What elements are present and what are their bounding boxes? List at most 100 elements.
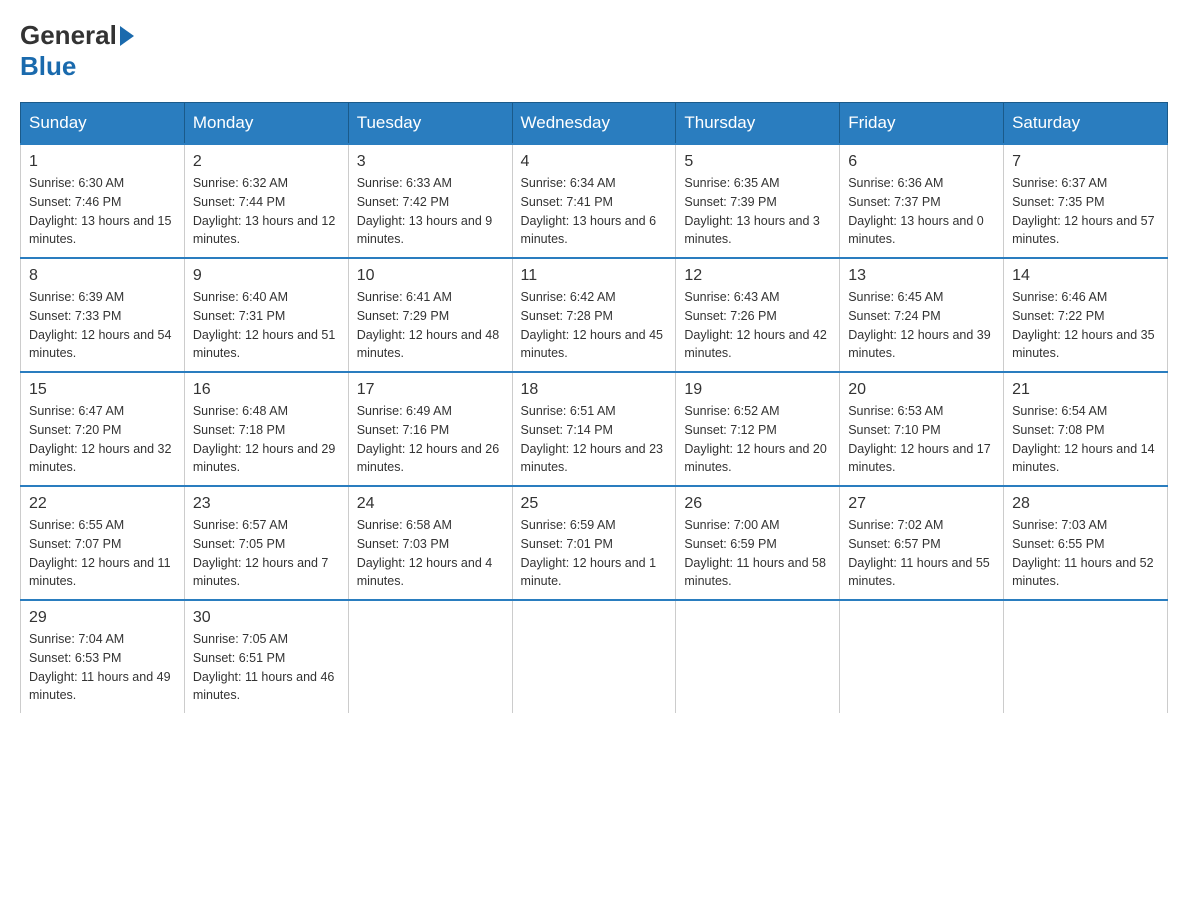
- day-number: 2: [193, 153, 340, 171]
- header-sunday: Sunday: [21, 103, 185, 145]
- calendar-cell: 28Sunrise: 7:03 AMSunset: 6:55 PMDayligh…: [1004, 486, 1168, 600]
- day-number: 27: [848, 495, 995, 513]
- day-info: Sunrise: 6:40 AMSunset: 7:31 PMDaylight:…: [193, 288, 340, 363]
- calendar-header-row: SundayMondayTuesdayWednesdayThursdayFrid…: [21, 103, 1168, 145]
- day-info: Sunrise: 6:42 AMSunset: 7:28 PMDaylight:…: [521, 288, 668, 363]
- day-number: 28: [1012, 495, 1159, 513]
- calendar-cell: [676, 600, 840, 713]
- day-number: 10: [357, 267, 504, 285]
- day-info: Sunrise: 6:57 AMSunset: 7:05 PMDaylight:…: [193, 516, 340, 591]
- header-tuesday: Tuesday: [348, 103, 512, 145]
- day-number: 15: [29, 381, 176, 399]
- day-info: Sunrise: 6:59 AMSunset: 7:01 PMDaylight:…: [521, 516, 668, 591]
- day-info: Sunrise: 6:54 AMSunset: 7:08 PMDaylight:…: [1012, 402, 1159, 477]
- day-number: 30: [193, 609, 340, 627]
- calendar-cell: 19 Sunrise: 6:52 AMSunset: 7:12 PMDayligh…: [676, 372, 840, 486]
- day-number: 5: [684, 153, 831, 171]
- day-number: 29: [29, 609, 176, 627]
- calendar-cell: 12 Sunrise: 6:43 AMSunset: 7:26 PMDayligh…: [676, 258, 840, 372]
- logo-general-text: General: [20, 20, 117, 51]
- week-row-5: 29 Sunrise: 7:04 AMSunset: 6:53 PMDayligh…: [21, 600, 1168, 713]
- logo-blue-text: Blue: [20, 51, 76, 82]
- week-row-1: 1 Sunrise: 6:30 AMSunset: 7:46 PMDaylight…: [21, 144, 1168, 258]
- day-info: Sunrise: 6:43 AMSunset: 7:26 PMDaylight:…: [684, 288, 831, 363]
- day-number: 7: [1012, 153, 1159, 171]
- day-number: 12: [684, 267, 831, 285]
- day-number: 17: [357, 381, 504, 399]
- day-info: Sunrise: 6:39 AMSunset: 7:33 PMDaylight:…: [29, 288, 176, 363]
- week-row-2: 8 Sunrise: 6:39 AMSunset: 7:33 PMDaylight…: [21, 258, 1168, 372]
- day-number: 3: [357, 153, 504, 171]
- day-number: 18: [521, 381, 668, 399]
- calendar-cell: 9 Sunrise: 6:40 AMSunset: 7:31 PMDaylight…: [184, 258, 348, 372]
- day-info: Sunrise: 6:52 AMSunset: 7:12 PMDaylight:…: [684, 402, 831, 477]
- header-saturday: Saturday: [1004, 103, 1168, 145]
- day-number: 20: [848, 381, 995, 399]
- day-info: Sunrise: 7:05 AMSunset: 6:51 PMDaylight:…: [193, 630, 340, 705]
- header-monday: Monday: [184, 103, 348, 145]
- calendar-cell: 2Sunrise: 6:32 AMSunset: 7:44 PMDaylight…: [184, 144, 348, 258]
- calendar-cell: [512, 600, 676, 713]
- calendar-cell: [348, 600, 512, 713]
- calendar-cell: 27 Sunrise: 7:02 AMSunset: 6:57 PMDayligh…: [840, 486, 1004, 600]
- header-thursday: Thursday: [676, 103, 840, 145]
- day-info: Sunrise: 6:55 AMSunset: 7:07 PMDaylight:…: [29, 516, 176, 591]
- day-info: Sunrise: 6:46 AMSunset: 7:22 PMDaylight:…: [1012, 288, 1159, 363]
- calendar-cell: 4Sunrise: 6:34 AMSunset: 7:41 PMDaylight…: [512, 144, 676, 258]
- logo-arrow-icon: [120, 26, 134, 46]
- calendar-cell: 21 Sunrise: 6:54 AMSunset: 7:08 PMDayligh…: [1004, 372, 1168, 486]
- calendar-table: SundayMondayTuesdayWednesdayThursdayFrid…: [20, 102, 1168, 713]
- day-number: 6: [848, 153, 995, 171]
- day-number: 16: [193, 381, 340, 399]
- calendar-cell: 5 Sunrise: 6:35 AMSunset: 7:39 PMDaylight…: [676, 144, 840, 258]
- day-number: 8: [29, 267, 176, 285]
- day-number: 22: [29, 495, 176, 513]
- day-number: 9: [193, 267, 340, 285]
- week-row-4: 22 Sunrise: 6:55 AMSunset: 7:07 PMDayligh…: [21, 486, 1168, 600]
- week-row-3: 15 Sunrise: 6:47 AMSunset: 7:20 PMDayligh…: [21, 372, 1168, 486]
- day-info: Sunrise: 6:49 AMSunset: 7:16 PMDaylight:…: [357, 402, 504, 477]
- calendar-cell: 23 Sunrise: 6:57 AMSunset: 7:05 PMDayligh…: [184, 486, 348, 600]
- calendar-cell: 25 Sunrise: 6:59 AMSunset: 7:01 PMDayligh…: [512, 486, 676, 600]
- day-number: 19: [684, 381, 831, 399]
- page-header: General Blue: [20, 20, 1168, 82]
- day-info: Sunrise: 7:00 AMSunset: 6:59 PMDaylight:…: [684, 516, 831, 591]
- calendar-cell: 15 Sunrise: 6:47 AMSunset: 7:20 PMDayligh…: [21, 372, 185, 486]
- calendar-cell: 6 Sunrise: 6:36 AMSunset: 7:37 PMDaylight…: [840, 144, 1004, 258]
- calendar-cell: 16 Sunrise: 6:48 AMSunset: 7:18 PMDayligh…: [184, 372, 348, 486]
- calendar-cell: 7 Sunrise: 6:37 AMSunset: 7:35 PMDaylight…: [1004, 144, 1168, 258]
- calendar-cell: 30 Sunrise: 7:05 AMSunset: 6:51 PMDayligh…: [184, 600, 348, 713]
- day-info: Sunrise: 6:37 AMSunset: 7:35 PMDaylight:…: [1012, 174, 1159, 249]
- day-number: 24: [357, 495, 504, 513]
- day-number: 21: [1012, 381, 1159, 399]
- day-info: Sunrise: 7:02 AMSunset: 6:57 PMDaylight:…: [848, 516, 995, 591]
- day-info: Sunrise: 6:53 AMSunset: 7:10 PMDaylight:…: [848, 402, 995, 477]
- header-friday: Friday: [840, 103, 1004, 145]
- day-info: Sunrise: 6:45 AMSunset: 7:24 PMDaylight:…: [848, 288, 995, 363]
- day-info: Sunrise: 6:36 AMSunset: 7:37 PMDaylight:…: [848, 174, 995, 249]
- calendar-cell: 24 Sunrise: 6:58 AMSunset: 7:03 PMDayligh…: [348, 486, 512, 600]
- day-number: 23: [193, 495, 340, 513]
- calendar-cell: [840, 600, 1004, 713]
- day-info: Sunrise: 6:58 AMSunset: 7:03 PMDaylight:…: [357, 516, 504, 591]
- day-info: Sunrise: 6:47 AMSunset: 7:20 PMDaylight:…: [29, 402, 176, 477]
- day-number: 26: [684, 495, 831, 513]
- day-number: 13: [848, 267, 995, 285]
- day-number: 11: [521, 267, 668, 285]
- day-info: Sunrise: 6:51 AMSunset: 7:14 PMDaylight:…: [521, 402, 668, 477]
- day-info: Sunrise: 6:35 AMSunset: 7:39 PMDaylight:…: [684, 174, 831, 249]
- day-number: 25: [521, 495, 668, 513]
- calendar-cell: 14Sunrise: 6:46 AMSunset: 7:22 PMDayligh…: [1004, 258, 1168, 372]
- calendar-cell: 11 Sunrise: 6:42 AMSunset: 7:28 PMDayligh…: [512, 258, 676, 372]
- day-info: Sunrise: 6:48 AMSunset: 7:18 PMDaylight:…: [193, 402, 340, 477]
- logo: General Blue: [20, 20, 137, 82]
- day-info: Sunrise: 7:04 AMSunset: 6:53 PMDaylight:…: [29, 630, 176, 705]
- calendar-cell: 20 Sunrise: 6:53 AMSunset: 7:10 PMDayligh…: [840, 372, 1004, 486]
- calendar-cell: 8 Sunrise: 6:39 AMSunset: 7:33 PMDaylight…: [21, 258, 185, 372]
- calendar-cell: 17 Sunrise: 6:49 AMSunset: 7:16 PMDayligh…: [348, 372, 512, 486]
- day-number: 1: [29, 153, 176, 171]
- day-info: Sunrise: 6:33 AMSunset: 7:42 PMDaylight:…: [357, 174, 504, 249]
- day-info: Sunrise: 6:30 AMSunset: 7:46 PMDaylight:…: [29, 174, 176, 249]
- day-info: Sunrise: 6:41 AMSunset: 7:29 PMDaylight:…: [357, 288, 504, 363]
- calendar-cell: 29 Sunrise: 7:04 AMSunset: 6:53 PMDayligh…: [21, 600, 185, 713]
